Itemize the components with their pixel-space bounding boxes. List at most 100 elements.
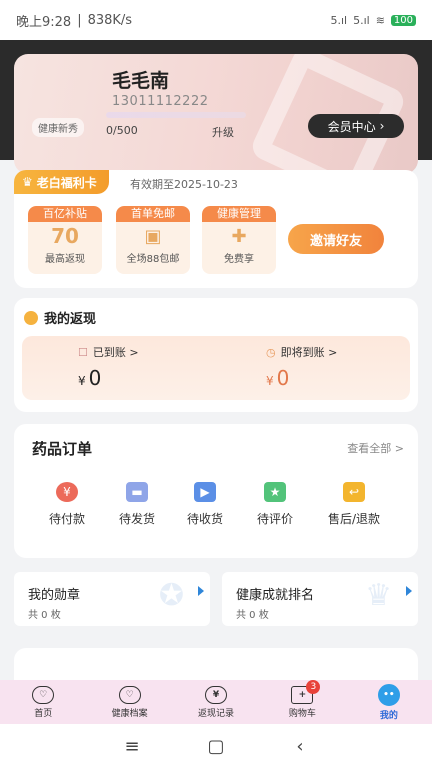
battery-icon: 100 (390, 14, 416, 26)
tab-cart[interactable]: + 3 购物车 (259, 680, 345, 724)
ranking-title: 健康成就排名 (236, 588, 315, 603)
pending-label-text: 即将到账 > (280, 346, 338, 359)
system-nav-bar: ≡ ▢ ‹ (0, 724, 432, 768)
orders-title: 药品订单 (32, 440, 93, 458)
user-phone: 13011112222 (112, 94, 209, 109)
ranking-count: 共 0 枚 (236, 610, 269, 621)
wifi-icon: ≋ (375, 13, 385, 27)
cashback-panel: ☐ 已到账 > ¥ 0 ◷ 即将到账 > ¥ 0 (22, 336, 410, 400)
benefit-card: ♛ 老白福利卡 有效期至2025-10-23 百亿补贴 70 最高返现 首单免邮… (14, 170, 418, 288)
my-medals-card[interactable]: ✪ 我的勋章 共 0 枚 (14, 572, 210, 626)
benefit-item-sub: 免费享 (224, 254, 254, 265)
order-label: 售后/退款 (327, 512, 381, 526)
tab-home[interactable]: ♡ 首页 (0, 680, 86, 724)
clock-icon: ◷ (266, 345, 276, 359)
medal-decoration-icon: ✪ (158, 578, 184, 613)
cashback-card: 我的返现 ☐ 已到账 > ¥ 0 ◷ 即将到账 > ¥ 0 (14, 298, 418, 412)
pending-amount: ¥ 0 (266, 366, 410, 390)
status-time: 晚上9:28 (16, 14, 72, 30)
received-currency: ¥ (78, 374, 86, 388)
tab-label: 健康档案 (111, 708, 148, 719)
level-progress-bar (106, 112, 246, 118)
crown-decoration-icon: ♛ (365, 578, 392, 613)
medal-title: 我的勋章 (28, 588, 81, 603)
package-glyph: ▣ (144, 225, 162, 247)
validity-text: 有效期至2025-10-23 (130, 178, 238, 191)
benefit-item-free-shipping[interactable]: 首单免邮 ▣ 全场88包邮 (116, 206, 190, 274)
order-after-sales[interactable]: ↩ 售后/退款 (314, 482, 394, 527)
status-divider: | (77, 12, 82, 28)
order-label: 待收货 (186, 512, 223, 526)
cashback-title-label: 我的返现 (44, 312, 97, 327)
benefit-item-sub: 最高返现 (45, 254, 85, 265)
cart-badge: 3 (306, 680, 321, 694)
orders-card: 药品订单 查看全部 > ¥ 待付款 ▬ 待发货 ▶ 待收货 ★ 待评价 ↩ 售后… (14, 424, 418, 558)
health-icon: ✚ (202, 222, 276, 250)
bottom-tab-bar: ♡ 首页 ♡ 健康档案 ¥ 返现记录 + 3 购物车 •• 我的 (0, 680, 432, 724)
member-card[interactable]: 毛毛南 13011112222 健康新秀 0/500 升级 会员中心 › (14, 54, 418, 174)
health-ranking-card[interactable]: ♛ 健康成就排名 共 0 枚 (222, 572, 418, 626)
order-pending-review[interactable]: ★ 待评价 (240, 482, 310, 527)
order-pending-receipt[interactable]: ▶ 待收货 (170, 482, 240, 527)
benefit-tag: ♛ 老白福利卡 (14, 170, 109, 194)
health-glyph: ✚ (231, 225, 247, 247)
user-name: 毛毛南 (112, 70, 170, 92)
crown-icon: ♛ (22, 175, 33, 189)
benefit-item-subsidy[interactable]: 百亿补贴 70 最高返现 (28, 206, 102, 274)
arrow-right-icon (406, 586, 412, 596)
view-all-link[interactable]: 查看全部 > (347, 440, 404, 456)
order-label: 待付款 (48, 512, 85, 526)
level-badge: 健康新秀 (32, 118, 84, 137)
order-label: 待发货 (118, 512, 155, 526)
pending-currency: ¥ (266, 374, 274, 388)
back-icon[interactable]: ‹ (286, 736, 314, 757)
order-pending-shipment[interactable]: ▬ 待发货 (102, 482, 172, 527)
status-bar: 晚上9:28 | 838K/s 5.ıl 5.ıl ≋ 100 (0, 0, 432, 40)
cashback-received[interactable]: ☐ 已到账 > ¥ 0 (78, 344, 228, 391)
status-speed: 838K/s (87, 12, 133, 28)
medal-count: 共 0 枚 (28, 610, 61, 621)
cashback-records-icon: ¥ (205, 685, 228, 704)
tab-label: 购物车 (288, 708, 316, 719)
benefit-item-health[interactable]: 健康管理 ✚ 免费享 (202, 206, 276, 274)
benefit-item-title: 百亿补贴 (28, 206, 102, 222)
pending-label: ◷ 即将到账 > (266, 344, 410, 360)
signal-icon-2: 5.ıl (353, 13, 370, 27)
order-label: 待评价 (256, 512, 293, 526)
wallet-icon: ☐ (78, 345, 88, 359)
received-value: 0 (88, 366, 102, 390)
invite-friends-button[interactable]: 邀请好友 (288, 224, 384, 254)
benefit-item-sub: 全场88包邮 (126, 254, 180, 265)
order-pending-payment[interactable]: ¥ 待付款 (32, 482, 102, 527)
received-amount: ¥ 0 (78, 366, 228, 390)
home-square-icon[interactable]: ▢ (202, 736, 230, 757)
tab-label: 返现记录 (198, 708, 235, 719)
tab-label: 我的 (379, 710, 398, 721)
truck-icon: ▶ (194, 482, 216, 502)
package-icon: ▣ (116, 222, 190, 250)
chevron-right-icon: › (379, 119, 385, 133)
tab-cashback-records[interactable]: ¥ 返现记录 (173, 680, 259, 724)
home-icon: ♡ (32, 685, 55, 704)
member-center-label: 会员中心 (327, 119, 376, 134)
pending-value: 0 (276, 366, 290, 390)
progress-text: 0/500 (106, 124, 138, 137)
cashback-title: 我的返现 (24, 308, 96, 327)
payment-icon: ¥ (56, 482, 78, 502)
cashback-pending[interactable]: ◷ 即将到账 > ¥ 0 (266, 344, 410, 391)
box-icon: ▬ (126, 482, 148, 502)
return-icon: ↩ (343, 482, 365, 502)
profile-icon: •• (377, 683, 400, 706)
upgrade-link[interactable]: 升级 (212, 124, 234, 140)
member-center-button[interactable]: 会员中心 › (308, 114, 404, 138)
received-label-text: 已到账 > (92, 346, 139, 359)
star-icon: ★ (264, 482, 286, 502)
coin-icon (24, 310, 38, 325)
subsidy-value: 70 (51, 224, 79, 248)
benefit-item-title: 健康管理 (202, 206, 276, 222)
menu-icon[interactable]: ≡ (118, 736, 146, 757)
tab-mine[interactable]: •• 我的 (346, 680, 432, 724)
tab-health-records[interactable]: ♡ 健康档案 (86, 680, 172, 724)
arrow-right-icon (198, 586, 204, 596)
benefit-tag-label: 老白福利卡 (36, 175, 97, 190)
